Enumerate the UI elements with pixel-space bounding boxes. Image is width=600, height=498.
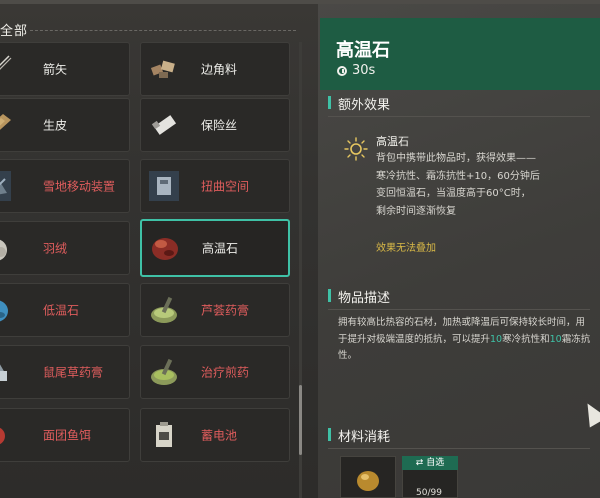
item-card-name: 芦荟药膏 <box>201 303 250 318</box>
item-card-name: 鼠尾草药膏 <box>43 365 104 380</box>
item-card[interactable]: 芦荟药膏 <box>140 283 290 337</box>
section-marker <box>328 428 331 441</box>
item-card-name: 保险丝 <box>201 118 238 133</box>
effect-line: 变回恒温石，当温度高于60°C时， <box>376 188 531 199</box>
battery-icon <box>147 418 181 452</box>
section-divider <box>328 309 590 310</box>
item-card-name: 箭矢 <box>43 62 68 77</box>
arrow-icon <box>0 52 13 86</box>
scrollbar-thumb[interactable] <box>299 385 302 455</box>
item-card-name: 生皮 <box>43 118 68 133</box>
material-slot[interactable] <box>340 456 396 498</box>
item-card[interactable]: 治疗煎药 <box>140 345 290 399</box>
item-card[interactable]: 低温石 <box>0 283 130 337</box>
effect-line: 寒冷抗性、霜冻抗性+10，60分钟后 <box>376 170 540 182</box>
warp-space-icon <box>147 169 181 203</box>
effect-description: 背包中携带此物品时，获得效果—— 寒冷抗性、霜冻抗性+10，60分钟后 变回恒温… <box>376 150 590 220</box>
dough-bait-icon <box>0 418 13 452</box>
cold-resist-value: 10 <box>490 333 503 345</box>
section-divider <box>328 448 590 449</box>
down-feather-icon <box>0 231 13 265</box>
item-card[interactable]: 高温石 <box>140 219 290 277</box>
item-card[interactable]: 扭曲空间 <box>140 159 290 213</box>
auto-select-badge[interactable]: ⇄ 自选 <box>402 456 458 470</box>
section-marker <box>328 289 331 302</box>
auto-select-label: 自选 <box>426 458 445 468</box>
item-card[interactable]: 鼠尾草药膏 <box>0 345 130 399</box>
item-card-name: 高温石 <box>202 241 239 256</box>
item-description: 拥有较高比热容的石材，加热或降温后可保持较长时间，用于提升对极端温度的抵抗，可以… <box>338 315 594 365</box>
craft-time: 30s <box>352 63 376 78</box>
item-card-name: 蓄电池 <box>201 428 238 443</box>
section-extra-effect: 额外效果 <box>338 98 391 113</box>
detail-item-title: 高温石 <box>336 40 390 61</box>
healing-decoction-icon <box>147 355 181 389</box>
item-card[interactable]: 生皮 <box>0 98 130 152</box>
item-card-name: 面团鱼饵 <box>43 428 92 443</box>
snow-device-icon <box>0 169 13 203</box>
item-card[interactable]: 雪地移动装置 <box>0 159 130 213</box>
sun-icon <box>344 137 368 161</box>
effect-warning: 效果无法叠加 <box>376 243 436 254</box>
item-card[interactable]: 箭矢 <box>0 42 130 96</box>
category-title: 全部 <box>0 24 29 39</box>
section-divider <box>328 116 590 117</box>
item-card[interactable]: 羽绒 <box>0 221 130 275</box>
ore-icon <box>357 471 379 491</box>
cold-stone-icon <box>0 293 13 327</box>
category-divider <box>30 30 296 31</box>
item-card[interactable]: 保险丝 <box>140 98 290 152</box>
material-quantity: 50/99 <box>416 488 442 498</box>
timer-icon <box>337 66 347 76</box>
item-card-name: 边角料 <box>201 62 238 77</box>
fuse-icon <box>147 108 181 142</box>
frost-resist-value: 10 <box>549 333 562 345</box>
section-materials: 材料消耗 <box>338 430 391 445</box>
sage-ointment-icon <box>0 355 13 389</box>
item-card[interactable]: 面团鱼饵 <box>0 408 130 462</box>
item-card[interactable]: 边角料 <box>140 42 290 96</box>
item-card[interactable]: 蓄电池 <box>140 408 290 462</box>
scrap-icon <box>147 52 181 86</box>
item-card-name: 治疗煎药 <box>201 365 250 380</box>
section-marker <box>328 96 331 109</box>
aloe-ointment-icon <box>147 293 181 327</box>
item-card-name: 低温石 <box>43 303 80 318</box>
hide-icon <box>0 108 13 142</box>
hot-stone-icon <box>148 231 182 265</box>
effect-line: 剩余时间逐渐恢复 <box>376 205 456 217</box>
effect-line: 背包中携带此物品时，获得效果—— <box>376 153 536 164</box>
effect-name: 高温石 <box>376 135 409 148</box>
description-text: 寒冷抗性和 <box>502 333 550 345</box>
item-card-name: 羽绒 <box>43 241 68 256</box>
item-card-name: 扭曲空间 <box>201 179 250 194</box>
swap-icon: ⇄ <box>415 458 424 468</box>
section-description: 物品描述 <box>338 291 391 306</box>
top-border <box>0 0 600 4</box>
item-card-name: 雪地移动装置 <box>43 179 116 194</box>
